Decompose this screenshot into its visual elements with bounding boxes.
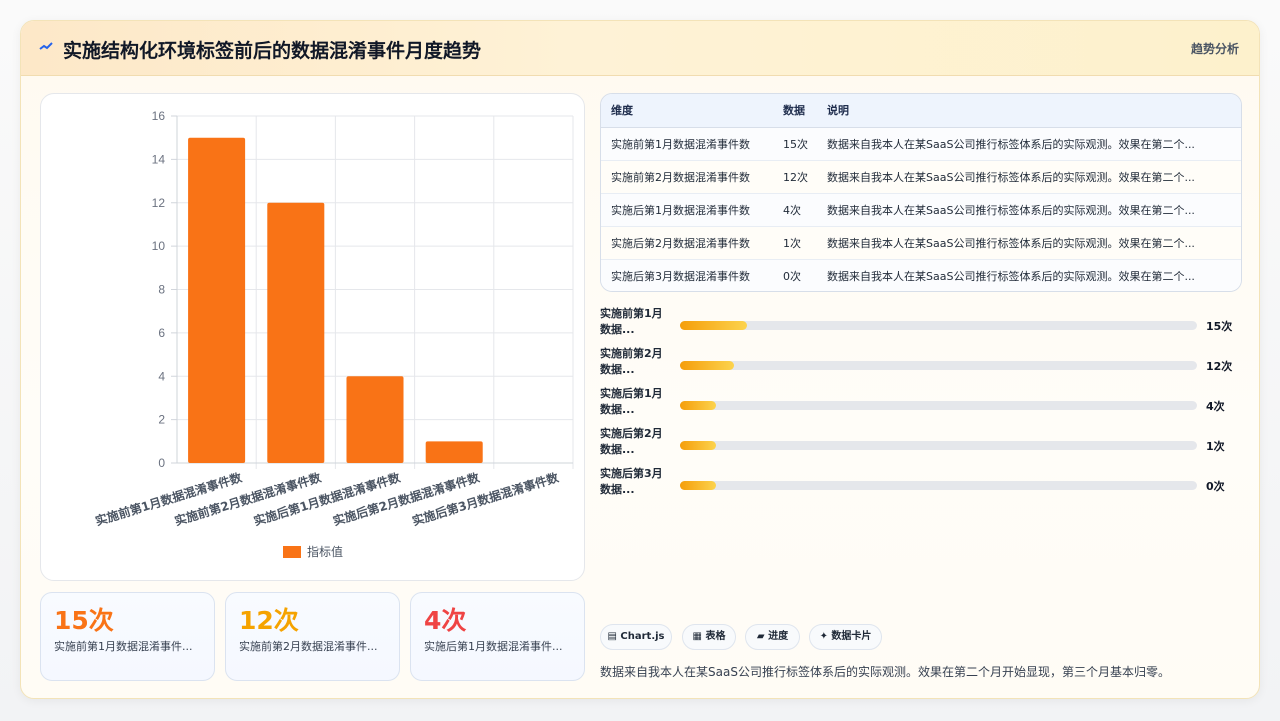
- table-cell: 12次: [773, 160, 817, 194]
- bar: [346, 376, 404, 463]
- progress-row: 实施前第1月数据... 15次: [600, 306, 1242, 346]
- progress-value: 12次: [1206, 360, 1233, 373]
- table-cell: 实施前第1月数据混淆事件数: [601, 127, 773, 161]
- y-tick-label: 12: [152, 196, 166, 210]
- kpi-value: 12次: [239, 606, 299, 635]
- table-cell: 15次: [773, 127, 817, 161]
- progress-track: [680, 321, 1197, 330]
- trend-icon: [39, 37, 57, 57]
- table-row: 实施后第3月数据混淆事件数 0次 数据来自我本人在某SaaS公司推行标签体系后的…: [601, 259, 1241, 291]
- progress-fill: [680, 441, 717, 450]
- progress-track: [680, 401, 1197, 410]
- kpi-value: 15次: [54, 606, 114, 635]
- y-tick-label: 2: [158, 413, 165, 427]
- kpi-card-1: 15次 实施前第1月数据混淆事件...: [40, 592, 215, 681]
- progress-label: 实施前第2月数据...: [600, 347, 663, 376]
- table-cell: 1次: [773, 226, 817, 260]
- card-header: 实施结构化环境标签前后的数据混淆事件月度趋势 趋势分析: [21, 21, 1259, 76]
- table-cell: 实施后第2月数据混淆事件数: [601, 226, 773, 260]
- progress-label: 实施后第1月数据...: [600, 387, 663, 416]
- progress-row: 实施后第1月数据... 4次: [600, 386, 1242, 426]
- chartjs-pill[interactable]: ▤ Chart.js: [600, 624, 672, 650]
- y-tick-label: 14: [152, 152, 166, 166]
- progress-pill[interactable]: ▰ 进度: [745, 624, 800, 650]
- table-header-row: 维度 数据 说明: [601, 94, 1241, 128]
- table-cell: 数据来自我本人在某SaaS公司推行标签体系后的实际观测。效果在第二个...: [817, 160, 1241, 194]
- x-tick-label: 实施前第1月数据混淆事件数: [93, 469, 244, 528]
- page: 实施结构化环境标签前后的数据混淆事件月度趋势 趋势分析 0 2 4 6 8 10 12 14 1…: [0, 0, 1280, 721]
- progress-fill: [680, 321, 748, 330]
- progress-label: 实施前第1月数据...: [600, 307, 663, 336]
- column-header-dimension: 维度: [601, 94, 773, 128]
- progress-fill: [680, 361, 735, 370]
- footnote: 数据来自我本人在某SaaS公司推行标签体系后的实际观测。效果在第二个月开始显现，…: [600, 665, 1170, 679]
- table-cell: 4次: [773, 193, 817, 227]
- y-tick-label: 10: [152, 239, 166, 253]
- table-cell: 数据来自我本人在某SaaS公司推行标签体系后的实际观测。效果在第二个...: [817, 226, 1241, 260]
- bar: [267, 202, 325, 463]
- progress-row: 实施后第3月数据... 0次: [600, 466, 1242, 506]
- y-tick-label: 8: [158, 283, 165, 297]
- data-table: 维度 数据 说明 实施前第1月数据混淆事件数 15次 数据来自我本人在某SaaS…: [600, 93, 1242, 292]
- table-row: 实施前第2月数据混淆事件数 12次 数据来自我本人在某SaaS公司推行标签体系后…: [601, 160, 1241, 194]
- table-cell: 数据来自我本人在某SaaS公司推行标签体系后的实际观测。效果在第二个...: [817, 259, 1241, 291]
- x-tick-label: 实施后第3月数据混淆事件数: [410, 469, 561, 528]
- kpi-label: 实施前第1月数据混淆事件...: [54, 640, 193, 653]
- progress-value: 1次: [1206, 440, 1225, 453]
- progress-value: 4次: [1206, 400, 1225, 413]
- page-title: 实施结构化环境标签前后的数据混淆事件月度趋势: [63, 40, 482, 62]
- table-cell: 实施后第3月数据混淆事件数: [601, 259, 773, 291]
- table-cell: 实施后第1月数据混淆事件数: [601, 193, 773, 227]
- progress-row: 实施后第2月数据... 1次: [600, 426, 1242, 466]
- legend-swatch: [283, 546, 301, 558]
- kpi-card-2: 12次 实施前第2月数据混淆事件...: [225, 592, 400, 681]
- progress-label: 实施后第3月数据...: [600, 467, 663, 496]
- table-cell: 实施前第2月数据混淆事件数: [601, 160, 773, 194]
- table-pill[interactable]: ▦ 表格: [682, 624, 736, 650]
- progress-fill: [680, 401, 717, 410]
- y-tick-label: 4: [158, 369, 165, 383]
- legend-label: 指标值: [307, 544, 343, 559]
- y-tick-label: 0: [158, 456, 165, 470]
- x-tick-label: 实施前第2月数据混淆事件数: [173, 469, 324, 528]
- trend-card: 实施结构化环境标签前后的数据混淆事件月度趋势 趋势分析 0 2 4 6 8 10 12 14 1…: [20, 20, 1260, 699]
- kpi-card-3: 4次 实施后第1月数据混淆事件...: [410, 592, 585, 681]
- progress-fill: [680, 481, 717, 490]
- progress-list: 实施前第1月数据... 15次 实施前第2月数据... 12次 实施后第1月数据…: [600, 306, 1242, 506]
- table-cell: 数据来自我本人在某SaaS公司推行标签体系后的实际观测。效果在第二个...: [817, 127, 1241, 161]
- table-row: 实施后第2月数据混淆事件数 1次 数据来自我本人在某SaaS公司推行标签体系后的…: [601, 226, 1241, 260]
- x-tick-label: 实施后第2月数据混淆事件数: [331, 469, 482, 528]
- y-tick-label: 6: [158, 326, 165, 340]
- bar: [188, 137, 246, 463]
- kpi-label: 实施后第1月数据混淆事件...: [424, 640, 563, 653]
- table-cell: 数据来自我本人在某SaaS公司推行标签体系后的实际观测。效果在第二个...: [817, 193, 1241, 227]
- progress-row: 实施前第2月数据... 12次: [600, 346, 1242, 386]
- table-row: 实施后第1月数据混淆事件数 4次 数据来自我本人在某SaaS公司推行标签体系后的…: [601, 193, 1241, 227]
- x-tick-label: 实施后第1月数据混淆事件数: [252, 469, 403, 528]
- progress-value: 0次: [1206, 480, 1225, 493]
- column-header-description: 说明: [817, 94, 1241, 128]
- y-tick-label: 16: [152, 109, 166, 123]
- progress-label: 实施后第2月数据...: [600, 427, 663, 456]
- kpi-label: 实施前第2月数据混淆事件...: [239, 640, 378, 653]
- progress-track: [680, 481, 1197, 490]
- progress-track: [680, 441, 1197, 450]
- category-tag: 趋势分析: [1190, 42, 1239, 56]
- progress-value: 15次: [1206, 320, 1233, 333]
- progress-track: [680, 361, 1197, 370]
- bar: [425, 441, 483, 463]
- bar-chart: 0246810121416实施前第1月数据混淆事件数实施前第2月数据混淆事件数实…: [93, 109, 574, 559]
- column-header-data: 数据: [773, 94, 817, 128]
- kpi-value: 4次: [424, 606, 467, 635]
- table-row: 实施前第1月数据混淆事件数 15次 数据来自我本人在某SaaS公司推行标签体系后…: [601, 127, 1241, 161]
- bar-chart-panel: 0 2 4 6 8 10 12 14 16 实施前第1月数据混淆事件数 实施前第2月数据混淆事件数实…: [40, 93, 585, 581]
- table-cell: 0次: [773, 259, 817, 291]
- data-card-pill[interactable]: ✦ 数据卡片: [809, 624, 882, 650]
